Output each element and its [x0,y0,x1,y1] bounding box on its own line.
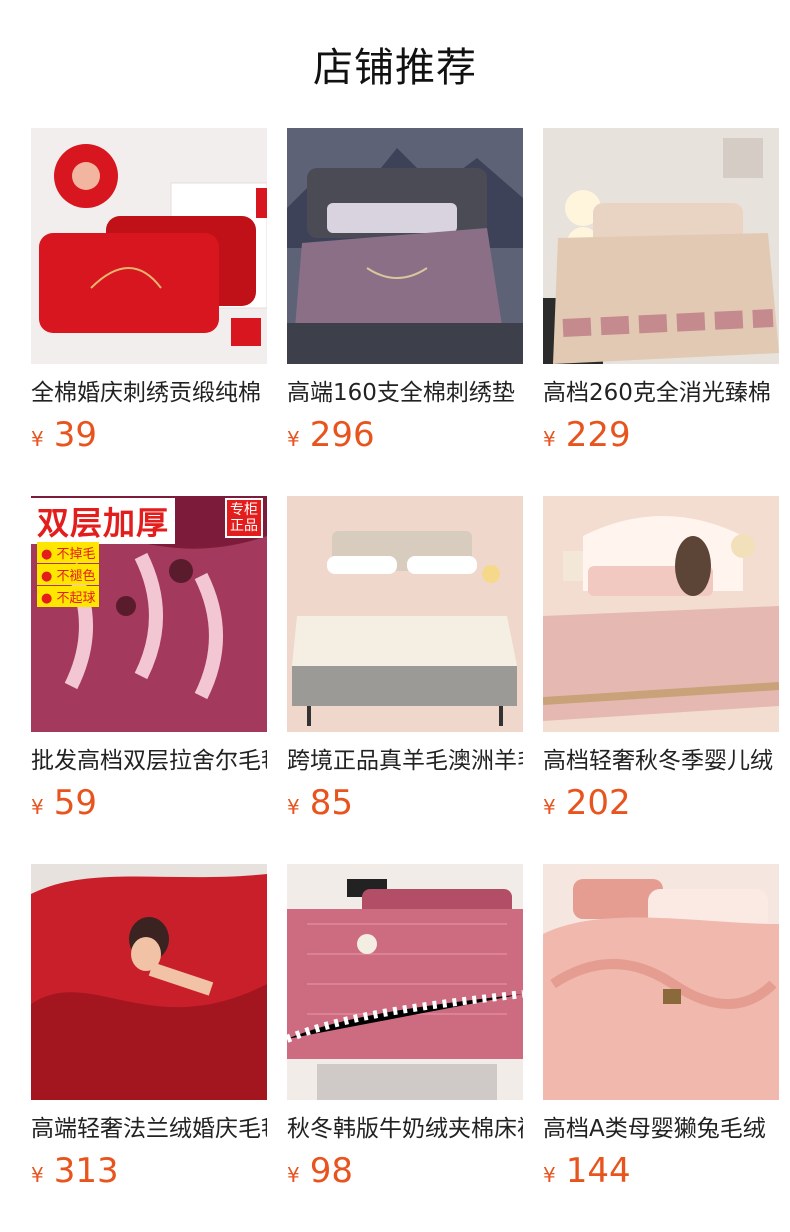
currency-symbol: ¥ [31,427,44,451]
price-value: 59 [53,783,97,823]
currency-symbol: ¥ [31,1163,44,1187]
product-price: ¥85 [287,784,523,822]
product-title[interactable]: 批发高档双层拉舍尔毛毯 [31,745,267,777]
product-card[interactable]: 跨境正品真羊毛澳洲羊毛 ¥85 [287,496,523,822]
currency-symbol: ¥ [31,795,44,819]
product-title[interactable]: 高档轻奢秋冬季婴儿绒 [543,745,779,777]
feature-label: ● 不褪色 [37,564,100,585]
product-price: ¥229 [543,416,779,454]
product-card[interactable]: 高档A类母婴獭兔毛绒 ¥144 [543,864,779,1190]
product-price: ¥313 [31,1152,267,1190]
price-value: 296 [309,415,375,455]
product-card[interactable]: 双层加厚 专柜 正品 ● 不掉毛 ● 不褪色 ● 不起球批发高档双层拉舍尔毛毯 ¥59 [31,496,267,822]
price-value: 39 [53,415,97,455]
product-title[interactable]: 跨境正品真羊毛澳洲羊毛 [287,745,523,777]
product-card[interactable]: 秋冬韩版牛奶绒夹棉床裙 ¥98 [287,864,523,1190]
price-value: 98 [309,1151,353,1191]
pink-plush-image[interactable] [543,864,779,1100]
product-card[interactable]: 高端轻奢法兰绒婚庆毛毯 ¥313 [31,864,267,1190]
currency-symbol: ¥ [287,427,300,451]
product-card[interactable]: 全棉婚庆刺绣贡缎纯棉 ¥39 [31,128,267,454]
product-price: ¥144 [543,1152,779,1190]
authentic-badge: 专柜 正品 [225,498,263,538]
product-card[interactable]: 高档轻奢秋冬季婴儿绒 ¥202 [543,496,779,822]
product-card[interactable]: 高档260克全消光臻棉 ¥229 [543,128,779,454]
product-price: ¥202 [543,784,779,822]
section-title: 店铺推荐 [313,45,477,91]
product-title[interactable]: 高档260克全消光臻棉 [543,377,779,409]
pink-quilt-image[interactable] [287,864,523,1100]
currency-symbol: ¥ [543,795,556,819]
price-value: 202 [565,783,631,823]
maroon-blanket-image[interactable]: 双层加厚 专柜 正品 ● 不掉毛 ● 不褪色 ● 不起球 [31,496,267,732]
product-price: ¥296 [287,416,523,454]
section-header: 店铺推荐 [0,0,790,128]
price-value: 85 [309,783,353,823]
promo-headline: 双层加厚 [31,498,176,544]
product-title[interactable]: 全棉婚庆刺绣贡缎纯棉 [31,377,267,409]
pink-bedding-image[interactable] [543,496,779,732]
feature-label: ● 不掉毛 [37,542,100,563]
red-flannel-image[interactable] [31,864,267,1100]
currency-symbol: ¥ [543,427,556,451]
currency-symbol: ¥ [543,1163,556,1187]
product-title[interactable]: 高档A类母婴獭兔毛绒 [543,1113,779,1145]
price-value: 144 [565,1151,631,1191]
product-price: ¥39 [31,416,267,454]
product-card[interactable]: 高端160支全棉刺绣垫 ¥296 [287,128,523,454]
purple-bedding-image[interactable] [287,128,523,364]
red-pillow-image[interactable] [31,128,267,364]
currency-symbol: ¥ [287,795,300,819]
price-value: 313 [53,1151,119,1191]
currency-symbol: ¥ [287,1163,300,1187]
product-title[interactable]: 秋冬韩版牛奶绒夹棉床裙 [287,1113,523,1145]
product-title[interactable]: 高端160支全棉刺绣垫 [287,377,523,409]
product-price: ¥98 [287,1152,523,1190]
wool-mattress-image[interactable] [287,496,523,732]
feature-label: ● 不起球 [37,586,100,607]
product-title[interactable]: 高端轻奢法兰绒婚庆毛毯 [31,1113,267,1145]
beige-bedding-image[interactable] [543,128,779,364]
product-price: ¥59 [31,784,267,822]
price-value: 229 [565,415,631,455]
